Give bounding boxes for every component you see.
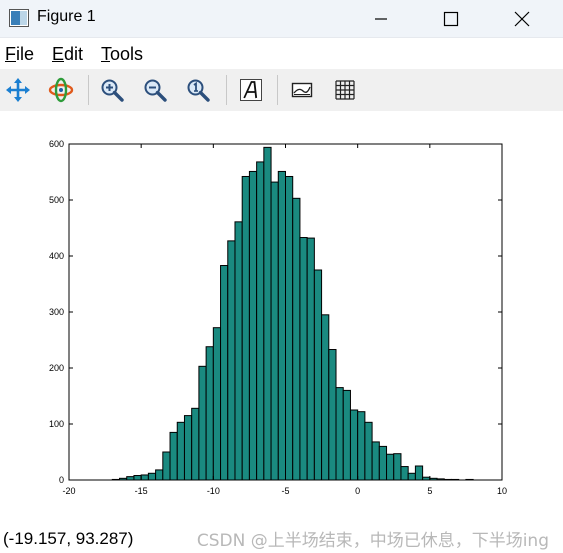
toggle-axes-button[interactable] [287, 75, 317, 105]
cursor-coordinates: (-19.157, 93.287) [3, 529, 134, 548]
menu-bar: File Edit Tools [0, 38, 563, 68]
pan-icon [6, 78, 30, 102]
zoom-out-button[interactable] [140, 75, 170, 105]
close-icon [514, 11, 530, 26]
histogram-bar [378, 445, 388, 481]
zoom-in-icon [101, 79, 124, 102]
toggle-grid-icon [335, 80, 355, 100]
histogram-chart[interactable]: -20 -15 -10 -5 0 5 100100200300400500600 [0, 112, 563, 524]
histogram-bar [306, 237, 315, 481]
toolbar-separator [88, 75, 89, 105]
histogram-bar [393, 453, 402, 481]
histogram-bar [414, 465, 424, 481]
histogram-bar [241, 175, 250, 481]
rotate-button[interactable] [46, 75, 76, 105]
x-tick-label: 5 [427, 486, 432, 496]
histogram-bar [328, 349, 337, 481]
histogram-bar [147, 472, 157, 481]
histogram-bar [371, 441, 380, 481]
histogram-bar [126, 476, 135, 481]
watermark-text: CSDN @上半场结束，中场已休息，下半场ing [196, 531, 549, 551]
histogram-bar [357, 411, 366, 481]
histogram-bar [270, 181, 279, 481]
x-tick-label: -10 [207, 486, 220, 496]
histogram-bar [386, 453, 395, 481]
histogram-bar [140, 474, 149, 481]
histogram-bar [198, 365, 207, 481]
histogram-bar [212, 327, 222, 481]
title-bar: Figure 1 [0, 0, 563, 38]
histogram-bar [364, 421, 373, 481]
maximize-icon [443, 11, 459, 26]
toggle-grid-button[interactable] [330, 75, 360, 105]
menu-edit[interactable]: Edit [52, 44, 83, 65]
histogram-bar [299, 237, 308, 481]
menu-tools[interactable]: Tools [101, 44, 143, 65]
close-button[interactable] [497, 0, 547, 37]
histogram-bar [277, 170, 286, 481]
window-title: Figure 1 [37, 8, 96, 25]
histogram-bars [111, 146, 474, 481]
y-tick-label: 300 [49, 307, 64, 317]
histogram-bar [169, 431, 178, 481]
histogram-bar [285, 175, 294, 481]
y-tick-label: 100 [49, 419, 64, 429]
y-tick-label: 600 [49, 139, 64, 149]
figure-canvas[interactable]: -20 -15 -10 -5 0 5 10 0 100 200 300 400 500 600 [0, 112, 563, 524]
histogram-bar [183, 415, 193, 481]
toolbar [0, 69, 563, 111]
autoscale-button[interactable] [183, 75, 213, 105]
histogram-bar [227, 240, 236, 481]
histogram-bar [220, 265, 229, 481]
minimize-button[interactable] [356, 0, 406, 37]
histogram-bar [191, 407, 200, 481]
histogram-bar [155, 469, 164, 481]
x-tick-label: -15 [135, 486, 148, 496]
figure-app-icon [9, 9, 29, 27]
histogram-bar [133, 475, 142, 481]
y-tick-label: 200 [49, 363, 64, 373]
menu-file[interactable]: File [5, 44, 34, 65]
histogram-bar [292, 197, 301, 481]
histogram-bar [400, 466, 409, 481]
x-tick-label: 10 [497, 486, 507, 496]
toolbar-separator [277, 75, 278, 105]
zoom-out-icon [144, 79, 167, 102]
pan-button[interactable] [3, 75, 33, 105]
histogram-bar [256, 161, 265, 481]
histogram-bar [176, 421, 185, 481]
histogram-bar [321, 314, 330, 481]
histogram-bar [248, 170, 258, 481]
histogram-bar [335, 387, 344, 481]
histogram-bar [342, 389, 351, 481]
x-tick-label: -20 [62, 486, 75, 496]
y-tick-label: 500 [49, 195, 64, 205]
histogram-bar [407, 472, 416, 481]
histogram-bar [162, 451, 171, 481]
autoscale-icon [187, 79, 210, 102]
histogram-bar [349, 409, 359, 481]
histogram-bar [205, 346, 214, 481]
histogram-bar [234, 221, 243, 481]
zoom-in-button[interactable] [97, 75, 127, 105]
insert-text-button[interactable] [236, 75, 266, 105]
x-tick-label: -5 [281, 486, 289, 496]
toggle-axes-icon [291, 82, 313, 98]
insert-text-icon [240, 79, 262, 101]
toolbar-separator [226, 75, 227, 105]
status-bar: (-19.157, 93.287) CSDN @上半场结束，中场已休息，下半场i… [0, 524, 563, 553]
x-tick-label: 0 [355, 486, 360, 496]
y-tick-label: 400 [49, 251, 64, 261]
y-tick-label: 0 [59, 475, 64, 485]
minimize-icon [375, 17, 387, 20]
rotate-icon [48, 77, 74, 103]
maximize-button[interactable] [426, 0, 476, 37]
histogram-bar [263, 146, 272, 481]
histogram-bar [313, 269, 323, 481]
